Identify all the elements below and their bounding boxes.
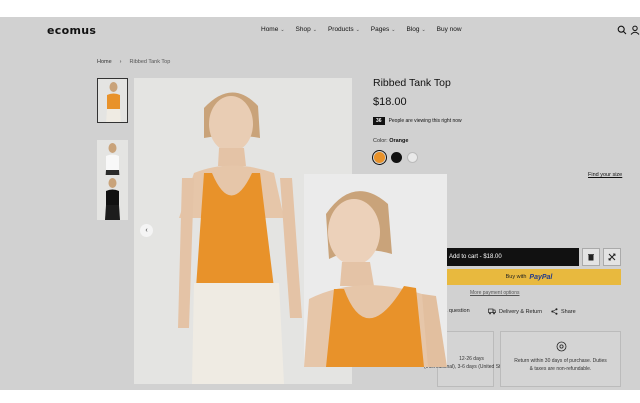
nav-item-pages[interactable]: Pages ⌄ (371, 26, 396, 33)
thumbnail-orange[interactable] (97, 78, 128, 123)
add-to-cart-button[interactable]: Add to cart - $18.00 (437, 248, 579, 266)
delivery-return-link[interactable]: Delivery & Return (488, 308, 542, 315)
share-icon (551, 308, 558, 315)
chevron-down-icon: ⌄ (355, 27, 360, 33)
wishlist-button[interactable] (582, 248, 600, 266)
product-price: $18.00 (373, 96, 407, 108)
nav-item-buy-now[interactable]: Buy now (437, 26, 462, 33)
swatch-black[interactable] (391, 152, 402, 163)
search-icon[interactable] (617, 25, 627, 35)
nav-item-home[interactable]: Home ⌄ (261, 26, 285, 33)
chevron-down-icon: ⌄ (312, 27, 317, 33)
compare-icon (608, 253, 616, 261)
chevron-down-icon: ⌄ (280, 27, 285, 33)
breadcrumb-current: Ribbed Tank Top (129, 59, 171, 65)
more-payment-options-link[interactable]: More payment options (470, 290, 519, 296)
swatch-white[interactable] (407, 152, 418, 163)
return-policy-line1: Return within 30 days of purchase. Dutie… (514, 358, 607, 364)
zoom-preview-image (304, 174, 447, 367)
viewing-count-badge: 36 (373, 117, 385, 125)
buy-with-label: Buy with (505, 274, 527, 280)
color-label: Color: Orange (373, 138, 409, 144)
main-nav: Home ⌄ Shop ⌄ Products ⌄ Pages ⌄ Blog ⌄ Buy n… (261, 26, 462, 33)
breadcrumb-home[interactable]: Home (97, 59, 112, 65)
return-icon (556, 341, 567, 352)
trash-icon (588, 254, 594, 261)
user-icon[interactable] (630, 25, 640, 35)
nav-item-products[interactable]: Products ⌄ (328, 26, 360, 33)
product-title: Ribbed Tank Top (373, 77, 451, 89)
viewing-text: People are viewing this right now (388, 118, 462, 124)
breadcrumb-separator: › (119, 59, 122, 65)
swatch-orange[interactable] (374, 152, 385, 163)
nav-item-shop[interactable]: Shop ⌄ (296, 26, 317, 33)
paypal-logo: PayPal (529, 273, 553, 281)
find-your-size-link[interactable]: Find your size (588, 172, 622, 178)
product-page: ecomus Home ⌄ Shop ⌄ Products ⌄ Pages ⌄ Blog… (0, 17, 640, 390)
truck-icon (488, 308, 496, 315)
nav-item-blog[interactable]: Blog ⌄ (406, 26, 425, 33)
chevron-down-icon: ⌄ (391, 27, 396, 33)
share-link[interactable]: Share (551, 308, 576, 315)
viewing-now: 36 People are viewing this right now (373, 117, 462, 125)
thumbnail-black[interactable] (97, 175, 128, 220)
chevron-down-icon: ⌄ (421, 27, 426, 33)
previous-image-button[interactable]: ‹ (140, 224, 153, 237)
site-header: ecomus Home ⌄ Shop ⌄ Products ⌄ Pages ⌄ Blog… (0, 17, 640, 47)
paypal-button[interactable]: Buy with PayPal (437, 269, 621, 285)
breadcrumb: Home › Ribbed Tank Top (97, 59, 170, 65)
brand-logo[interactable]: ecomus (47, 24, 96, 37)
return-info-card: Return within 30 days of purchase. Dutie… (500, 331, 621, 387)
return-policy-line2: & taxes are non-refundable. (529, 365, 592, 372)
color-value: Orange (389, 138, 409, 144)
compare-button[interactable] (603, 248, 621, 266)
